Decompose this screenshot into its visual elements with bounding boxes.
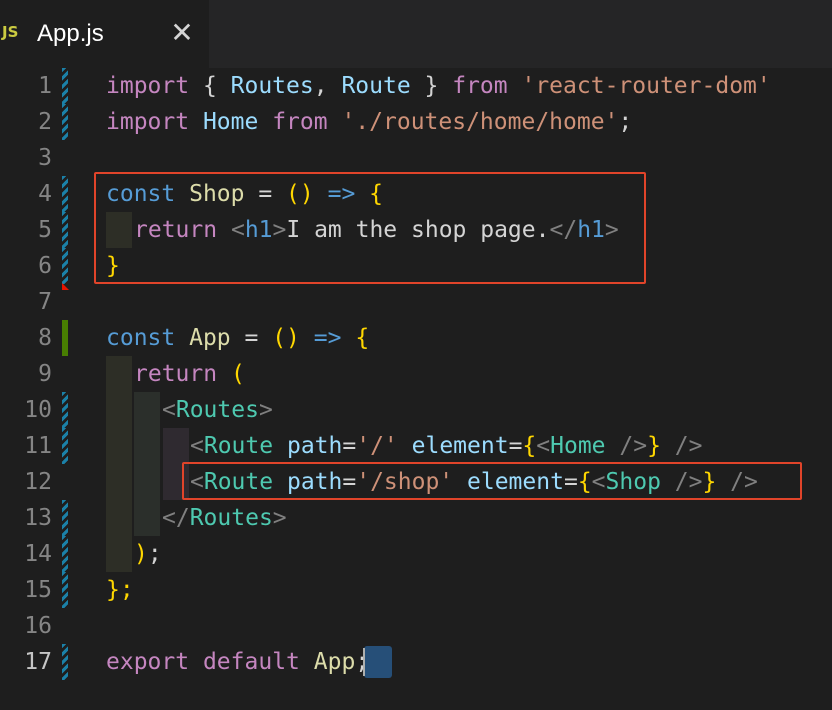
gutter-modified-indicator: [62, 536, 68, 572]
code-line: 1 import { Routes, Route } from 'react-r…: [0, 68, 832, 104]
line-number: 9: [38, 361, 52, 387]
line-number: 5: [38, 217, 52, 243]
line-number: 1: [38, 73, 52, 99]
code-text: <Route path='/' element={<Home />} />: [190, 433, 703, 459]
code-text: );: [134, 541, 162, 567]
code-text: export default App;: [106, 649, 369, 675]
tab-title[interactable]: App.js: [37, 20, 104, 48]
line-number: 11: [24, 433, 52, 459]
line-number: 8: [38, 325, 52, 351]
code-line: 15 };: [0, 572, 832, 608]
code-text: import { Routes, Route } from 'react-rou…: [106, 73, 771, 99]
code-text: };: [106, 577, 134, 603]
close-icon[interactable]: ✕: [170, 18, 194, 48]
gutter-modified-indicator: [62, 392, 68, 428]
code-line: 8 const App = () => {: [0, 320, 832, 356]
code-text: const App = () => {: [106, 325, 370, 351]
code-line: 3: [0, 140, 832, 176]
highlight-box-shop-route: [182, 462, 802, 500]
gutter-modified-indicator: [62, 248, 68, 284]
code-line: 16: [0, 608, 832, 644]
code-line: 13 </Routes>: [0, 500, 832, 536]
gutter-added-indicator: [62, 320, 68, 356]
tab-app-js[interactable]: JS App.js ✕: [0, 0, 209, 68]
code-line: 9 return (: [0, 356, 832, 392]
code-line-active: 17 export default App;: [0, 644, 832, 680]
line-number: 16: [24, 613, 52, 639]
code-text: </Routes>: [162, 505, 287, 531]
code-line: 10 <Routes>: [0, 392, 832, 428]
gutter-modified-indicator: [62, 176, 68, 212]
code-text: import Home from './routes/home/home';: [106, 109, 633, 135]
gutter-modified-indicator: [62, 572, 68, 608]
gutter-modified-indicator: [62, 104, 68, 140]
gutter-modified-indicator: [62, 212, 68, 248]
code-text: return (: [134, 361, 245, 387]
code-line: 7: [0, 284, 832, 320]
gutter-modified-indicator: [62, 428, 68, 464]
code-text: <Routes>: [162, 397, 273, 423]
gutter-modified-indicator: [62, 500, 68, 536]
line-number: 15: [24, 577, 52, 603]
line-number: 2: [38, 109, 52, 135]
gutter-modified-indicator: [62, 644, 68, 680]
tab-bar: JS App.js ✕: [0, 0, 832, 68]
gutter-modified-indicator: [62, 68, 68, 104]
line-number: 17: [24, 649, 52, 675]
line-number: 6: [38, 253, 52, 279]
line-number: 13: [24, 505, 52, 531]
line-number: 3: [38, 145, 52, 171]
code-line: 14 );: [0, 536, 832, 572]
code-editor[interactable]: 1 import { Routes, Route } from 'react-r…: [0, 68, 832, 710]
line-number: 14: [24, 541, 52, 567]
code-line: 11 <Route path='/' element={<Home />} />: [0, 428, 832, 464]
line-number: 10: [24, 397, 52, 423]
text-cursor: [363, 648, 365, 676]
line-number: 7: [38, 289, 52, 315]
line-number: 12: [24, 469, 52, 495]
code-line: 2 import Home from './routes/home/home';: [0, 104, 832, 140]
gutter-deleted-indicator: [62, 283, 69, 290]
highlight-box-shop-component: [94, 172, 646, 284]
javascript-file-icon: JS: [2, 23, 19, 41]
line-number: 4: [38, 181, 52, 207]
